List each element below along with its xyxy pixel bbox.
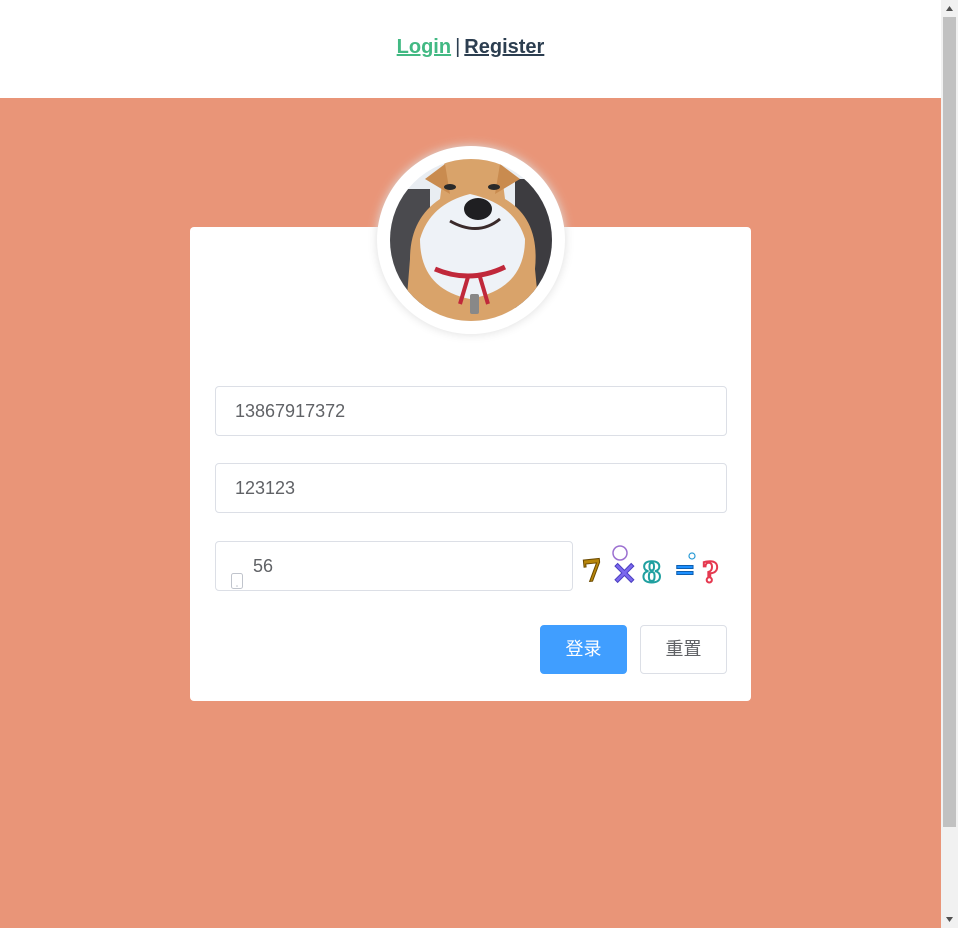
nav-links: Login | Register: [0, 36, 941, 59]
shiba-dog-image: [390, 159, 552, 321]
phone-input[interactable]: 13867917372: [215, 386, 727, 436]
top-nav: Login | Register: [0, 0, 941, 98]
avatar: [390, 159, 552, 321]
nav-separator: |: [455, 36, 461, 58]
scrollbar-thumb[interactable]: [943, 17, 956, 827]
vertical-scrollbar[interactable]: [941, 0, 958, 928]
scroll-down-arrow-icon[interactable]: [941, 911, 958, 928]
scroll-up-arrow-icon[interactable]: [941, 0, 958, 17]
login-page: Login | Register 13867917372 123123 56 7…: [0, 0, 941, 928]
captcha-glyph-5: ?: [702, 556, 718, 589]
password-input[interactable]: 123123: [215, 463, 727, 513]
reset-button[interactable]: 重置: [640, 625, 727, 674]
login-link[interactable]: Login: [397, 36, 451, 58]
password-input-value: 123123: [235, 478, 296, 498]
captcha-glyph-2: ×: [611, 553, 638, 590]
mobile-phone-icon: [230, 559, 244, 607]
avatar-ring: [377, 146, 565, 334]
login-button[interactable]: 登录: [540, 625, 627, 674]
captcha-glyph-3: 8: [642, 556, 661, 589]
captcha-input[interactable]: 56: [215, 541, 573, 591]
captcha-glyph-1: 7: [580, 553, 604, 590]
captcha-input-value: 56: [253, 556, 274, 576]
register-link[interactable]: Register: [464, 36, 544, 58]
phone-input-value: 13867917372: [235, 401, 346, 421]
captcha-image[interactable]: 7 × 8 = ?: [578, 545, 728, 592]
